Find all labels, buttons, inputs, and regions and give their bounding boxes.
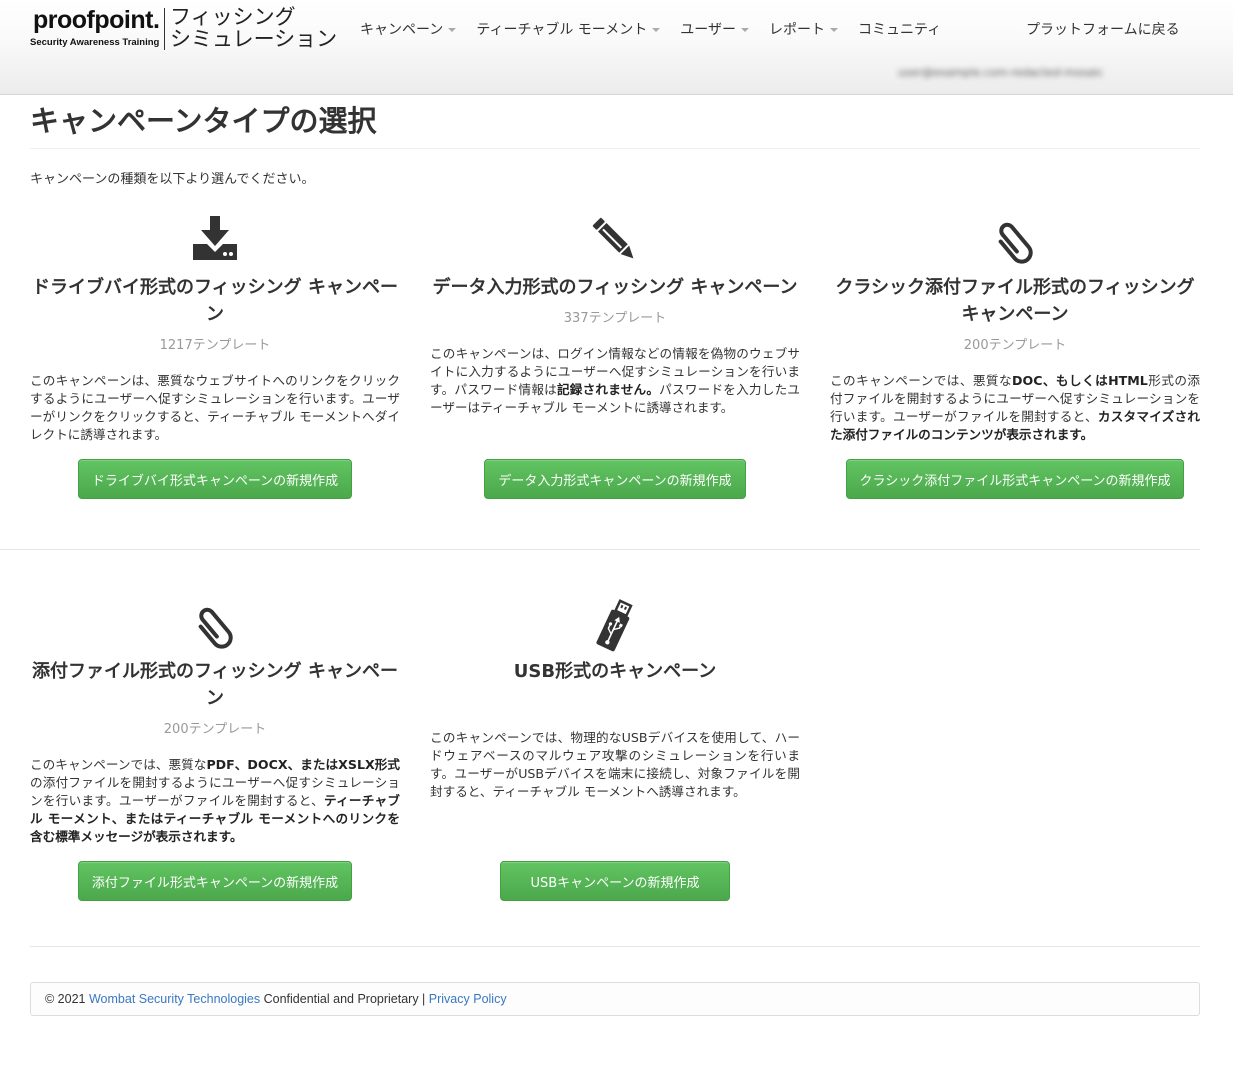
caret-down-icon xyxy=(652,28,661,32)
caret-down-icon xyxy=(829,28,838,32)
desc-part: このキャンペーンでは、悪質な xyxy=(30,757,207,772)
page-title: キャンペーンタイプの選択 xyxy=(30,104,377,138)
logo-subtitle: Security Awareness Training xyxy=(30,37,160,48)
nav-label: ティーチャブル モーメント xyxy=(476,22,648,38)
nav-reports[interactable]: レポート xyxy=(769,19,838,39)
usb-icon xyxy=(591,599,639,653)
card-description: このキャンペーンでは、悪質なDOC、もしくはHTML形式の添付ファイルを開封する… xyxy=(830,372,1200,444)
main-nav: キャンペーン ティーチャブル モーメント ユーザー レポート コミュニティ xyxy=(360,18,961,40)
intro-text: キャンペーンの種類を以下より選んでください。 xyxy=(30,172,315,187)
section-divider xyxy=(0,549,1200,550)
nav-label: レポート xyxy=(768,22,825,38)
top-header: proofpoint. Security Awareness Training … xyxy=(0,0,1233,95)
nav-teachable-moments[interactable]: ティーチャブル モーメント xyxy=(476,19,661,39)
campaign-card-usb: USB形式のキャンペーン このキャンペーンでは、物理的なUSBデバイスを使用して… xyxy=(430,595,800,905)
user-email[interactable]: user@example.com-redacted-mosaic xyxy=(898,66,1103,79)
logo-divider xyxy=(164,8,165,50)
title-divider xyxy=(30,148,1200,149)
footer-divider xyxy=(30,946,1200,947)
nav-label: ユーザー xyxy=(680,22,736,38)
app-title-line1: フィッシング xyxy=(170,5,296,29)
card-description: このキャンペーンでは、物理的なUSBデバイスを使用して、ハードウェアベースのマル… xyxy=(430,730,800,799)
template-count: 1217テンプレート xyxy=(159,338,271,353)
caret-down-icon xyxy=(448,28,457,32)
card-description: このキャンペーンでは、悪質なPDF、DOCX、またはXSLX形式の添付ファイルを… xyxy=(30,756,400,846)
template-count: 200テンプレート xyxy=(963,338,1067,353)
download-icon xyxy=(191,214,239,262)
page-footer: © 2021 Wombat Security Technologies Conf… xyxy=(30,982,1200,1016)
back-to-platform-link[interactable]: プラットフォームに戻る xyxy=(1026,19,1180,39)
card-title: USB形式のキャンペーン xyxy=(513,661,717,682)
card-description: このキャンペーンは、悪質なウェブサイトへのリンクをクリックするようにユーザーへ促… xyxy=(30,373,400,442)
card-title: クラシック添付ファイル形式のフィッシング キャンペーン xyxy=(835,277,1195,325)
app-logo[interactable]: proofpoint. Security Awareness Training … xyxy=(30,6,337,51)
copyright: © 2021 xyxy=(45,992,86,1006)
campaign-card-data-entry: データ入力形式のフィッシング キャンペーン 337テンプレート このキャンペーン… xyxy=(430,210,800,510)
nav-label: コミュニティ xyxy=(857,22,942,38)
create-data-entry-campaign-button[interactable]: データ入力形式キャンペーンの新規作成 xyxy=(484,459,746,499)
confidential-text: Confidential and Proprietary | xyxy=(263,992,426,1006)
card-title: 添付ファイル形式のフィッシング キャンペーン xyxy=(32,661,398,709)
campaign-card-classic-attachment: クラシック添付ファイル形式のフィッシング キャンペーン 200テンプレート この… xyxy=(830,210,1200,510)
create-usb-campaign-button[interactable]: USBキャンペーンの新規作成 xyxy=(500,861,730,901)
create-driveby-campaign-button[interactable]: ドライブバイ形式キャンペーンの新規作成 xyxy=(78,459,352,499)
create-attachment-campaign-button[interactable]: 添付ファイル形式キャンペーンの新規作成 xyxy=(78,861,352,901)
campaign-card-driveby: ドライブバイ形式のフィッシング キャンペーン 1217テンプレート このキャンペ… xyxy=(30,210,400,510)
app-title: フィッシング シミュレーション xyxy=(170,6,340,50)
campaign-card-attachment: 添付ファイル形式のフィッシング キャンペーン 200テンプレート このキャンペー… xyxy=(30,595,400,905)
nav-campaigns[interactable]: キャンペーン xyxy=(360,19,457,39)
paperclip-icon xyxy=(991,216,1039,264)
company-link[interactable]: Wombat Security Technologies xyxy=(89,992,260,1006)
paperclip-icon xyxy=(191,601,239,649)
card-title: データ入力形式のフィッシング キャンペーン xyxy=(432,277,798,298)
nav-users[interactable]: ユーザー xyxy=(680,19,749,39)
card-title: ドライブバイ形式のフィッシング キャンペーン xyxy=(32,277,398,325)
desc-bold: DOC、もしくはHTML xyxy=(1012,373,1148,388)
app-title-line2: シミュレーション xyxy=(170,27,338,51)
nav-community[interactable]: コミュニティ xyxy=(858,19,941,39)
pencil-icon xyxy=(591,216,639,264)
privacy-policy-link[interactable]: Privacy Policy xyxy=(429,992,507,1006)
desc-bold: 記録されません。 xyxy=(556,382,660,397)
template-count: 337テンプレート xyxy=(563,311,667,326)
desc-part: このキャンペーンでは、悪質な xyxy=(830,373,1013,388)
desc-bold: PDF、DOCX、またはXSLX形式 xyxy=(206,757,400,772)
logo-wordmark: proofpoint. xyxy=(33,6,160,34)
template-count: 200テンプレート xyxy=(163,722,267,737)
create-classic-attachment-campaign-button[interactable]: クラシック添付ファイル形式キャンペーンの新規作成 xyxy=(846,459,1184,499)
nav-label: キャンペーン xyxy=(360,22,444,38)
card-description: このキャンペーンは、ログイン情報などの情報を偽物のウェブサイトに入力するようにユ… xyxy=(430,345,800,417)
caret-down-icon xyxy=(740,28,749,32)
